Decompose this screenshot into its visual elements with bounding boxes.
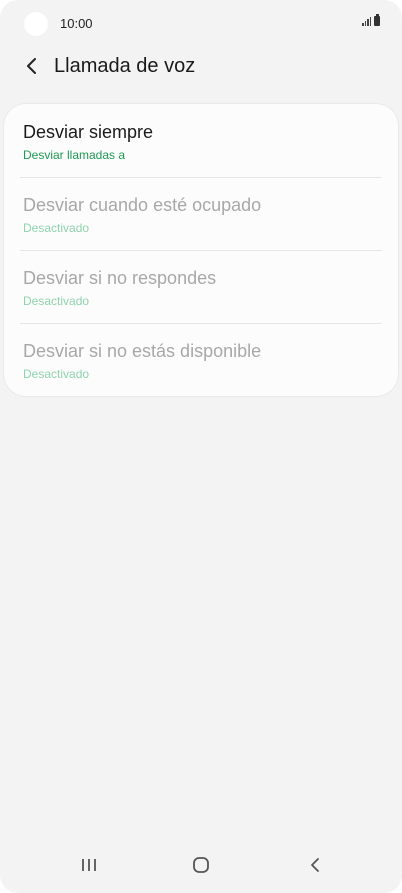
forward-always-item[interactable]: Desviar siempre Desviar llamadas a — [4, 104, 398, 176]
item-title: Desviar cuando esté ocupado — [23, 195, 262, 215]
item-subtitle: Desactivado — [23, 367, 90, 381]
item-subtitle: Desactivado — [23, 294, 90, 308]
camera-cutout — [24, 12, 48, 36]
phone-screen: 10:00 Llamada de voz Desviar siempre Des… — [0, 0, 402, 893]
call-forwarding-list: Desviar siempre Desviar llamadas a Desvi… — [4, 104, 398, 396]
chevron-left-icon[interactable] — [22, 54, 42, 78]
item-title: Desviar si no respondes — [23, 268, 217, 288]
forward-when-busy-item[interactable]: Desviar cuando esté ocupado Desactivado — [4, 177, 398, 249]
item-subtitle: Desactivado — [23, 221, 90, 235]
forward-unreachable-item[interactable]: Desviar si no estás disponible Desactiva… — [4, 323, 398, 395]
app-header: Llamada de voz — [0, 48, 402, 88]
recent-apps-icon[interactable] — [74, 853, 104, 877]
navigation-bar — [0, 841, 402, 893]
item-title: Desviar si no estás disponible — [23, 341, 262, 361]
item-title: Desviar siempre — [23, 122, 154, 142]
status-icons — [362, 14, 380, 26]
home-icon[interactable] — [186, 853, 216, 877]
signal-icon — [362, 16, 371, 26]
status-bar: 10:00 — [0, 0, 402, 48]
forward-no-answer-item[interactable]: Desviar si no respondes Desactivado — [4, 250, 398, 322]
back-icon[interactable] — [300, 853, 330, 877]
status-time: 10:00 — [60, 16, 93, 31]
item-subtitle: Desviar llamadas a — [23, 148, 126, 162]
page-title: Llamada de voz — [54, 55, 196, 77]
battery-icon — [374, 14, 380, 26]
